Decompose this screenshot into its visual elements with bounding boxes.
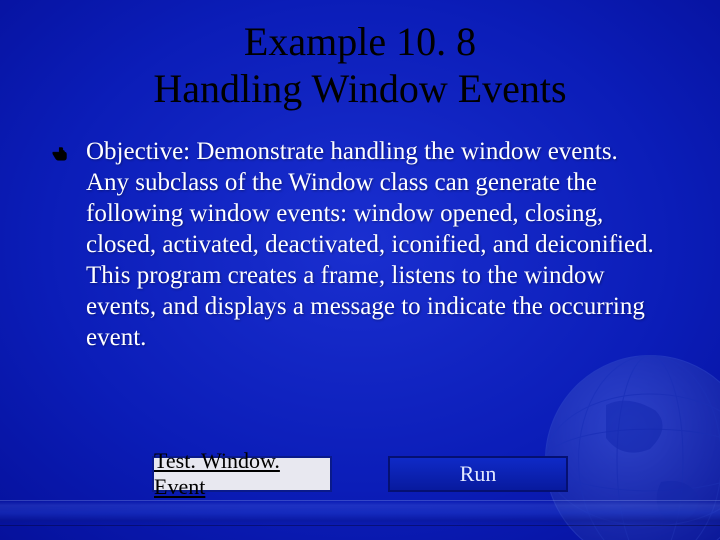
file-button-label: Test. Window. Event: [154, 448, 330, 500]
pointing-hand-icon: [50, 142, 72, 169]
slide: Example 10. 8 Handling Window Events Obj…: [0, 0, 720, 540]
title-line-2: Handling Window Events: [153, 66, 566, 111]
title-line-1: Example 10. 8: [244, 19, 476, 64]
objective-text: Objective: Demonstrate handling the wind…: [86, 136, 656, 353]
body-row: Objective: Demonstrate handling the wind…: [40, 136, 680, 353]
slide-title: Example 10. 8 Handling Window Events: [40, 18, 680, 112]
button-row: Test. Window. Event Run: [0, 456, 720, 492]
run-button-label: Run: [460, 461, 497, 487]
footer-band: [0, 500, 720, 526]
test-window-event-button[interactable]: Test. Window. Event: [152, 456, 332, 492]
run-button[interactable]: Run: [388, 456, 568, 492]
